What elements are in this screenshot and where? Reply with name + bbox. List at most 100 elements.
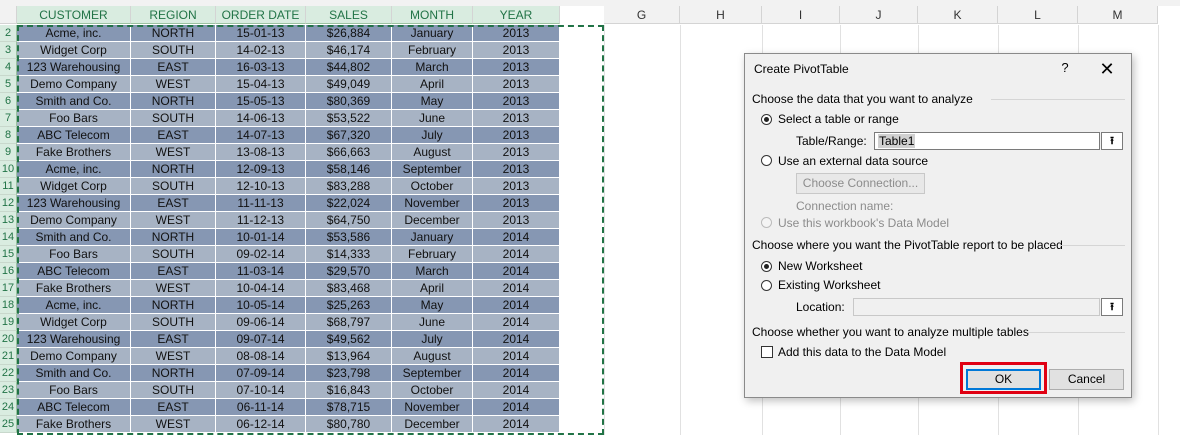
row-header[interactable]: 18	[0, 297, 17, 314]
table-cell[interactable]: 15-01-13	[216, 25, 306, 42]
row-header[interactable]: 13	[0, 212, 17, 229]
table-cell[interactable]: 2014	[473, 280, 560, 297]
table-cell[interactable]: 08-08-14	[216, 348, 306, 365]
table-cell[interactable]: 10-04-14	[216, 280, 306, 297]
table-cell[interactable]: Foo Bars	[17, 110, 131, 127]
table-cell[interactable]: EAST	[131, 127, 216, 144]
table-cell[interactable]: 2013	[473, 76, 560, 93]
table-cell[interactable]: ABC Telecom	[17, 399, 131, 416]
table-cell[interactable]: $23,798	[306, 365, 392, 382]
row-header[interactable]: 7	[0, 110, 17, 127]
table-cell[interactable]: 2014	[473, 297, 560, 314]
table-cell[interactable]: 123 Warehousing	[17, 331, 131, 348]
table-cell[interactable]: 2013	[473, 144, 560, 161]
table-cell[interactable]: February	[392, 42, 473, 59]
table-cell[interactable]: 2013	[473, 195, 560, 212]
table-cell[interactable]: Widget Corp	[17, 178, 131, 195]
table-cell[interactable]: December	[392, 212, 473, 229]
column-header[interactable]: MONTH	[392, 6, 473, 24]
table-cell[interactable]: SOUTH	[131, 178, 216, 195]
location-input[interactable]	[853, 298, 1100, 316]
row-header[interactable]: 2	[0, 25, 17, 42]
table-cell[interactable]: SOUTH	[131, 42, 216, 59]
table-cell[interactable]: 09-06-14	[216, 314, 306, 331]
table-cell[interactable]: November	[392, 195, 473, 212]
table-cell[interactable]: WEST	[131, 144, 216, 161]
row-header[interactable]: 16	[0, 263, 17, 280]
table-cell[interactable]: $44,802	[306, 59, 392, 76]
table-cell[interactable]: $25,263	[306, 297, 392, 314]
table-cell[interactable]: July	[392, 127, 473, 144]
table-cell[interactable]: 11-12-13	[216, 212, 306, 229]
column-header[interactable]: SALES	[306, 6, 392, 24]
row-header[interactable]: 12	[0, 195, 17, 212]
table-cell[interactable]: NORTH	[131, 365, 216, 382]
location-collapse-icon[interactable]: ⭱	[1101, 298, 1123, 316]
row-header[interactable]: 20	[0, 331, 17, 348]
table-cell[interactable]: 15-04-13	[216, 76, 306, 93]
column-letter-header[interactable]: J	[840, 6, 918, 24]
table-cell[interactable]: SOUTH	[131, 382, 216, 399]
row-header[interactable]: 25	[0, 416, 17, 433]
table-cell[interactable]: August	[392, 144, 473, 161]
radio-external-source-label[interactable]: Use an external data source	[778, 154, 928, 168]
table-cell[interactable]: May	[392, 297, 473, 314]
table-cell[interactable]: 2013	[473, 127, 560, 144]
table-cell[interactable]: WEST	[131, 280, 216, 297]
table-cell[interactable]: 2014	[473, 229, 560, 246]
table-cell[interactable]: $14,333	[306, 246, 392, 263]
table-cell[interactable]: May	[392, 93, 473, 110]
table-cell[interactable]: January	[392, 229, 473, 246]
table-cell[interactable]: 11-11-13	[216, 195, 306, 212]
table-cell[interactable]: WEST	[131, 76, 216, 93]
table-cell[interactable]: Demo Company	[17, 212, 131, 229]
table-cell[interactable]: NORTH	[131, 229, 216, 246]
table-cell[interactable]: 2014	[473, 246, 560, 263]
table-cell[interactable]: 07-10-14	[216, 382, 306, 399]
table-cell[interactable]: WEST	[131, 348, 216, 365]
table-cell[interactable]: Foo Bars	[17, 382, 131, 399]
table-cell[interactable]: March	[392, 59, 473, 76]
radio-existing-worksheet[interactable]	[761, 280, 772, 291]
table-cell[interactable]: $49,562	[306, 331, 392, 348]
table-cell[interactable]: Widget Corp	[17, 42, 131, 59]
table-cell[interactable]: SOUTH	[131, 110, 216, 127]
table-cell[interactable]: 2014	[473, 314, 560, 331]
radio-external-source[interactable]	[761, 155, 772, 166]
table-cell[interactable]: $26,884	[306, 25, 392, 42]
table-cell[interactable]: 09-02-14	[216, 246, 306, 263]
table-cell[interactable]: 2014	[473, 348, 560, 365]
table-cell[interactable]: WEST	[131, 416, 216, 433]
table-cell[interactable]: Acme, inc.	[17, 161, 131, 178]
table-cell[interactable]: $67,320	[306, 127, 392, 144]
table-cell[interactable]: Demo Company	[17, 76, 131, 93]
table-cell[interactable]: November	[392, 399, 473, 416]
table-cell[interactable]: $16,843	[306, 382, 392, 399]
table-cell[interactable]: October	[392, 382, 473, 399]
table-cell[interactable]: $83,468	[306, 280, 392, 297]
table-cell[interactable]: April	[392, 280, 473, 297]
column-letter-header[interactable]: I	[762, 6, 840, 24]
table-cell[interactable]: June	[392, 110, 473, 127]
table-cell[interactable]: 14-02-13	[216, 42, 306, 59]
table-cell[interactable]: WEST	[131, 212, 216, 229]
table-cell[interactable]: 2013	[473, 178, 560, 195]
table-cell[interactable]: 14-07-13	[216, 127, 306, 144]
table-cell[interactable]: EAST	[131, 399, 216, 416]
table-cell[interactable]: $83,288	[306, 178, 392, 195]
table-cell[interactable]: August	[392, 348, 473, 365]
table-cell[interactable]: 2013	[473, 212, 560, 229]
select-all-corner[interactable]	[0, 6, 17, 24]
table-cell[interactable]: EAST	[131, 195, 216, 212]
table-cell[interactable]: June	[392, 314, 473, 331]
table-cell[interactable]: $29,570	[306, 263, 392, 280]
table-cell[interactable]: Acme, inc.	[17, 25, 131, 42]
table-cell[interactable]: 2013	[473, 59, 560, 76]
table-cell[interactable]: July	[392, 331, 473, 348]
table-cell[interactable]: Smith and Co.	[17, 93, 131, 110]
cancel-button[interactable]: Cancel	[1049, 369, 1124, 390]
table-cell[interactable]: NORTH	[131, 297, 216, 314]
table-cell[interactable]: ABC Telecom	[17, 127, 131, 144]
table-cell[interactable]: 123 Warehousing	[17, 59, 131, 76]
table-cell[interactable]: EAST	[131, 59, 216, 76]
